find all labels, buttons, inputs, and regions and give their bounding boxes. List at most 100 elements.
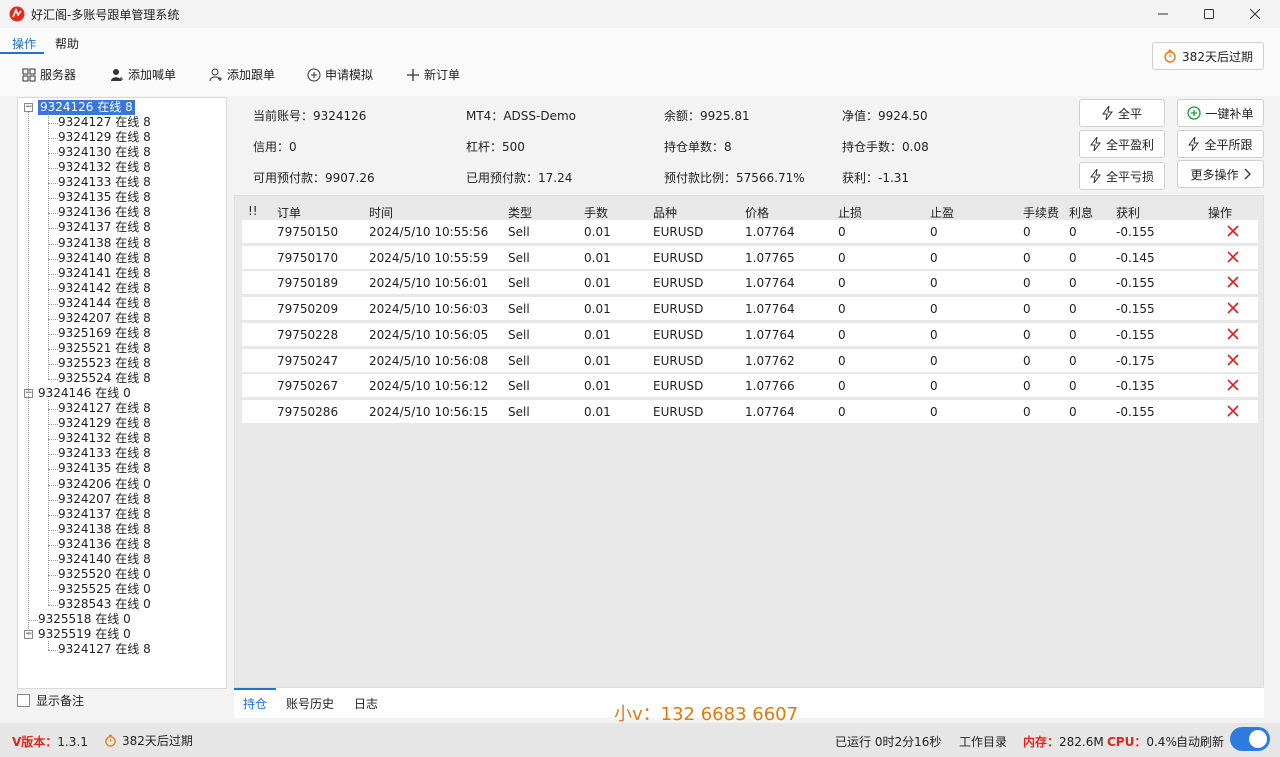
table-row[interactable]: 79750150 2024/5/10 10:55:56 Sell 0.01 EURUSD… xyxy=(242,220,1258,243)
new-order-button[interactable]: 新订单 xyxy=(406,66,460,83)
close-profit-button[interactable]: 全平盈利 xyxy=(1079,130,1165,158)
close-icon[interactable] xyxy=(1225,274,1241,290)
tree-follower-node[interactable]: 9324138 在线 8 xyxy=(58,522,151,537)
close-window-button[interactable] xyxy=(1232,0,1278,28)
show-notes-row[interactable]: 显示备注 xyxy=(17,692,84,709)
tree-follower-node[interactable]: 9324207 在线 8 xyxy=(58,492,151,507)
tree-follower-node[interactable]: 9324206 在线 0 xyxy=(58,477,151,492)
tree-follower-node[interactable]: 9324127 在线 8 xyxy=(58,115,151,130)
close-all-follow-button[interactable]: 全平所跟 xyxy=(1177,130,1264,158)
menu-help[interactable]: 帮助 xyxy=(55,35,79,52)
auto-refresh-toggle[interactable] xyxy=(1230,727,1270,751)
table-row[interactable]: 79750170 2024/5/10 10:55:59 Sell 0.01 EURUSD… xyxy=(242,245,1258,269)
grid-header-cell[interactable]: 利息 xyxy=(1069,204,1093,221)
menu-bar: 操作 帮助 xyxy=(0,28,1280,54)
show-notes-checkbox[interactable] xyxy=(17,694,30,707)
tree-account-node[interactable]: 9324146 在线 0 xyxy=(38,386,131,401)
tree-account-node[interactable]: 9325518 在线 0 xyxy=(38,612,131,627)
grid-header-cell[interactable]: 止盈 xyxy=(930,204,954,221)
menu-operate[interactable]: 操作 xyxy=(12,35,36,52)
tree-follower-node[interactable]: 9324137 在线 8 xyxy=(58,507,151,522)
tree-follower-node[interactable]: 9324133 在线 8 xyxy=(58,175,151,190)
add-account-button[interactable]: 添加喊单 xyxy=(110,66,176,83)
tree-follower-node[interactable]: 9324127 在线 8 xyxy=(58,642,151,657)
tree-follower-node[interactable]: 9324140 在线 8 xyxy=(58,552,151,567)
table-row[interactable]: 79750209 2024/5/10 10:56:03 Sell 0.01 EURUSD… xyxy=(242,297,1258,321)
grid-header-cell[interactable]: 价格 xyxy=(745,204,769,221)
grid-header-cell[interactable]: 获利 xyxy=(1116,204,1140,221)
tree-account-node[interactable]: 9324126 在线 8 xyxy=(38,100,135,115)
tree-follower-node[interactable]: 9324129 在线 8 xyxy=(58,130,151,145)
grid-header-cell[interactable]: 止损 xyxy=(838,204,862,221)
grid-header-cell[interactable]: 操作 xyxy=(1208,204,1232,221)
close-loss-button[interactable]: 全平亏损 xyxy=(1079,162,1165,190)
grid-header-cell[interactable]: 订单 xyxy=(277,204,301,221)
tree-toggle-icon[interactable]: − xyxy=(24,103,33,112)
tree-follower-node[interactable]: 9324132 在线 8 xyxy=(58,160,151,175)
tree-follower-node[interactable]: 9324133 在线 8 xyxy=(58,446,151,461)
more-actions-button[interactable]: 更多操作 xyxy=(1177,160,1264,188)
tree-follower-node[interactable]: 9324129 在线 8 xyxy=(58,416,151,431)
server-button[interactable]: 服务器 xyxy=(22,66,76,83)
tree-follower-node[interactable]: 9324137 在线 8 xyxy=(58,220,151,235)
tree-follower-node[interactable]: 9324207 在线 8 xyxy=(58,311,151,326)
grid-header-cell[interactable]: !! xyxy=(248,204,258,218)
minimize-button[interactable] xyxy=(1140,0,1186,28)
tree-follower-node[interactable]: 9325525 在线 0 xyxy=(58,582,151,597)
tab-positions[interactable]: 持仓 xyxy=(243,695,267,712)
table-row[interactable]: 79750247 2024/5/10 10:56:08 Sell 0.01 EURUSD… xyxy=(242,348,1258,372)
tree-follower-node[interactable]: 9324132 在线 8 xyxy=(58,431,151,446)
tree-follower-node[interactable]: 9325520 在线 0 xyxy=(58,567,151,582)
tree-follower-node[interactable]: 9325524 在线 8 xyxy=(58,371,151,386)
tree-follower-node[interactable]: 9324142 在线 8 xyxy=(58,281,151,296)
tree-account-node[interactable]: 9325519 在线 0 xyxy=(38,627,131,642)
grid-header-cell[interactable]: 时间 xyxy=(369,204,393,221)
close-icon[interactable] xyxy=(1225,249,1241,265)
tree-follower-node[interactable]: 9325523 在线 8 xyxy=(58,356,151,371)
grid-header-cell[interactable]: 手续费 xyxy=(1023,204,1059,221)
close-icon[interactable] xyxy=(1225,326,1241,342)
one-click-button[interactable]: 一键补单 xyxy=(1177,99,1264,127)
add-follow-button[interactable]: 添加跟单 xyxy=(209,66,275,83)
tree-follower-node[interactable]: 9325521 在线 8 xyxy=(58,341,151,356)
tree-follower-node[interactable]: 9324135 在线 8 xyxy=(58,190,151,205)
tree-follower-node[interactable]: 9324144 在线 8 xyxy=(58,296,151,311)
close-icon xyxy=(1250,9,1260,19)
tree-follower-node[interactable]: 9324140 在线 8 xyxy=(58,251,151,266)
tree-connector xyxy=(48,604,58,606)
tree-follower-node[interactable]: 9328543 在线 0 xyxy=(58,597,151,612)
tree-follower-node[interactable]: 9324135 在线 8 xyxy=(58,461,151,476)
expire-button[interactable]: 382天后过期 xyxy=(1152,42,1264,70)
grid-header-cell[interactable]: 手数 xyxy=(584,204,608,221)
grid-header-cell[interactable]: 品种 xyxy=(653,204,677,221)
grid-header-cell[interactable]: 类型 xyxy=(508,204,532,221)
grid-cell: 2024/5/10 10:55:56 xyxy=(369,225,489,239)
tree-follower-node[interactable]: 9324136 在线 8 xyxy=(58,537,151,552)
close-icon[interactable] xyxy=(1225,352,1241,368)
grid-cell: 1.07764 xyxy=(745,225,795,239)
tree-follower-node[interactable]: 9324138 在线 8 xyxy=(58,236,151,251)
apply-demo-label: 申请模拟 xyxy=(325,68,374,82)
tree-follower-node[interactable]: 9324127 在线 8 xyxy=(58,401,151,416)
tab-account-history[interactable]: 账号历史 xyxy=(286,695,334,712)
close-icon[interactable] xyxy=(1225,223,1241,239)
workdir-link[interactable]: 工作目录 xyxy=(959,733,1007,750)
lightning-icon xyxy=(1089,137,1101,151)
tree-follower-node[interactable]: 9324141 在线 8 xyxy=(58,266,151,281)
tree-follower-node[interactable]: 9325169 在线 8 xyxy=(58,326,151,341)
tree-follower-node[interactable]: 9324136 在线 8 xyxy=(58,205,151,220)
close-icon[interactable] xyxy=(1225,377,1241,393)
close-icon[interactable] xyxy=(1225,300,1241,316)
table-row[interactable]: 79750228 2024/5/10 10:56:05 Sell 0.01 EURUSD… xyxy=(242,322,1258,346)
table-row[interactable]: 79750267 2024/5/10 10:56:12 Sell 0.01 EURUSD… xyxy=(242,374,1258,398)
close-all-button[interactable]: 全平 xyxy=(1079,99,1165,127)
apply-demo-button[interactable]: 申请模拟 xyxy=(307,66,373,83)
info-mt4: MT4：ADSS-Demo xyxy=(466,109,576,123)
maximize-button[interactable] xyxy=(1186,0,1232,28)
tree-follower-node[interactable]: 9324130 在线 8 xyxy=(58,145,151,160)
memory-info: 内存：282.6M xyxy=(1023,733,1104,750)
close-icon[interactable] xyxy=(1225,403,1241,419)
table-row[interactable]: 79750189 2024/5/10 10:56:01 Sell 0.01 EURUSD… xyxy=(242,271,1258,295)
table-row[interactable]: 79750286 2024/5/10 10:56:15 Sell 0.01 EURUSD… xyxy=(242,399,1258,423)
tab-log[interactable]: 日志 xyxy=(354,695,378,712)
